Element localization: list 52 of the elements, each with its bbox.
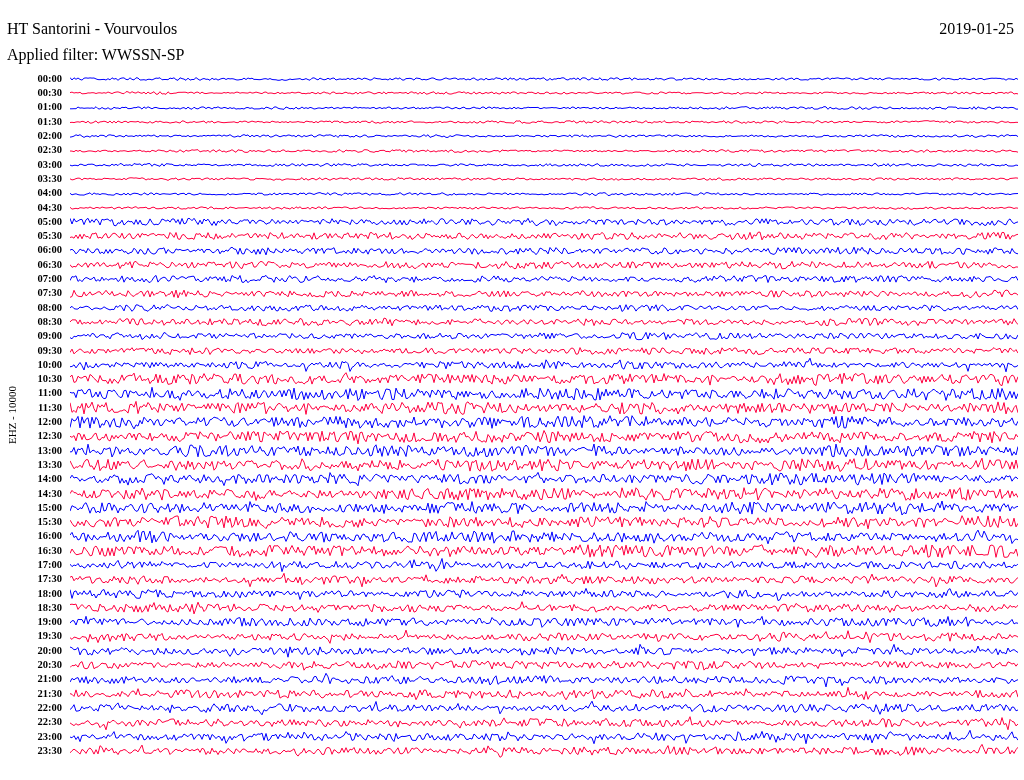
station-title: HT Santorini - Vourvoulos (7, 20, 178, 38)
time-label: 10:30 (36, 374, 63, 385)
time-label: 11:30 (37, 402, 63, 414)
time-label: 03:30 (36, 173, 63, 185)
time-label: 22:00 (36, 702, 63, 714)
time-label: 19:30 (36, 631, 63, 642)
time-label: 06:30 (36, 259, 63, 271)
time-label: 12:00 (36, 417, 63, 428)
time-label: 13:00 (36, 445, 63, 457)
time-label: 09:00 (36, 331, 63, 342)
time-label: 08:30 (36, 316, 63, 328)
time-label: 16:00 (36, 531, 63, 542)
filter-label: Applied filter: WWSSN-SP (6, 45, 186, 64)
time-label: 14:30 (36, 488, 63, 499)
time-label: 23:00 (36, 731, 63, 743)
date-label: 2019-01-25 (939, 20, 1014, 38)
time-label: 03:00 (36, 159, 63, 171)
time-label: 11:00 (37, 388, 63, 399)
time-label: 15:30 (36, 517, 63, 528)
time-label: 06:00 (36, 245, 63, 256)
time-label: 00:00 (36, 73, 63, 85)
time-label: 10:00 (36, 359, 63, 371)
time-label: 17:30 (36, 574, 63, 585)
time-label: 00:30 (36, 88, 63, 99)
time-label: 01:30 (36, 116, 63, 128)
time-label: 14:00 (36, 474, 63, 485)
time-label: 02:00 (36, 131, 63, 142)
time-label: 20:00 (36, 645, 63, 657)
time-label: 21:00 (36, 674, 63, 685)
time-label: 13:30 (36, 459, 63, 471)
time-label: 19:00 (36, 617, 63, 628)
time-label: 23:30 (36, 745, 63, 757)
time-label: 05:00 (36, 216, 63, 228)
time-label: 12:30 (36, 431, 63, 442)
time-label: 04:30 (36, 202, 63, 214)
time-label: 01:00 (36, 102, 63, 113)
time-label: 02:30 (36, 145, 63, 156)
time-label: 15:00 (36, 502, 63, 514)
time-label: 07:30 (36, 288, 63, 299)
time-label: 18:00 (36, 588, 63, 600)
time-label: 21:30 (36, 688, 63, 700)
time-label: 18:30 (36, 602, 63, 614)
time-label: 22:30 (36, 717, 63, 728)
time-label: 16:30 (36, 545, 63, 557)
time-label: 04:00 (36, 188, 63, 199)
time-label: 20:30 (36, 660, 63, 671)
time-label: 05:30 (36, 231, 63, 242)
time-label: 09:30 (36, 345, 63, 357)
time-label: 17:00 (36, 560, 63, 571)
channel-label: EHZ - 10000 (6, 386, 18, 445)
time-label: 07:00 (36, 274, 63, 285)
time-label: 08:00 (36, 302, 63, 314)
